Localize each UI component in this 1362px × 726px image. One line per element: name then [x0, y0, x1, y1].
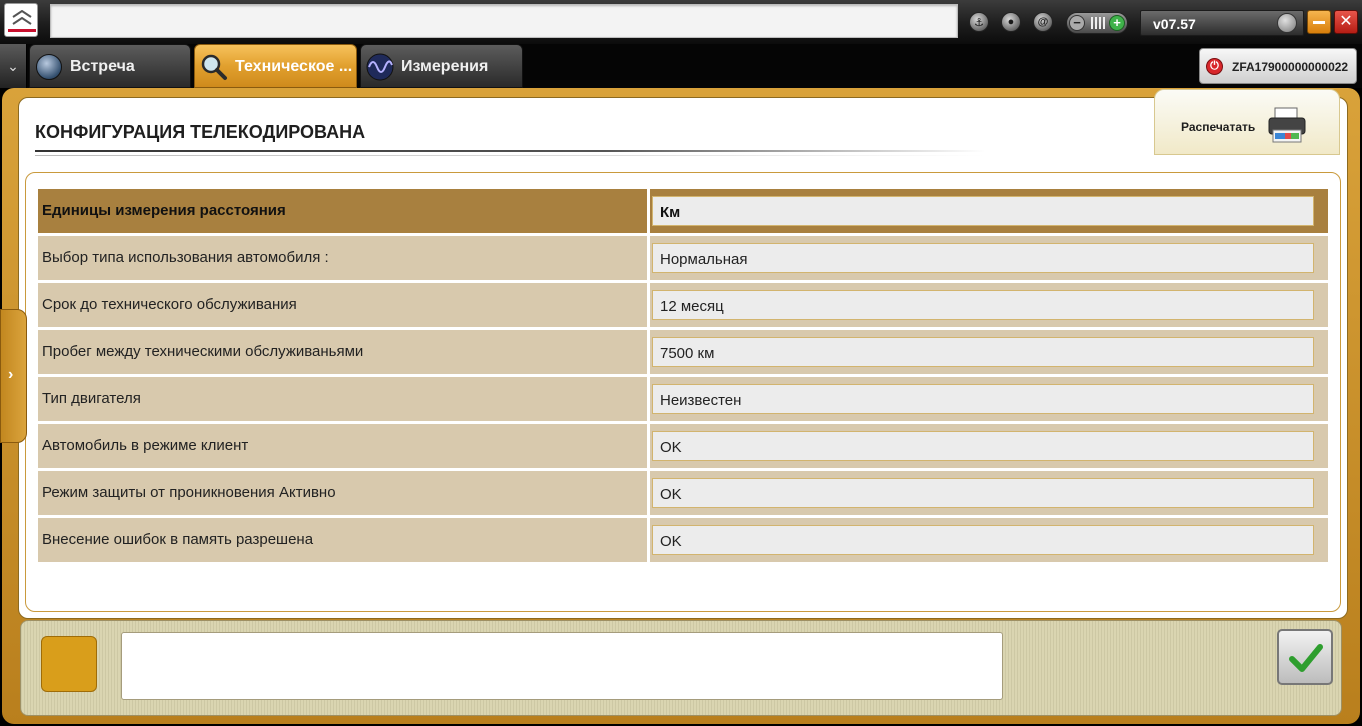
anchor-icon[interactable]: ⚓: [969, 12, 989, 32]
table-row: Автомобиль в режиме клиент OK: [38, 424, 1328, 468]
table-row: Внесение ошибок в память разрешена OK: [38, 518, 1328, 562]
volume-level-icon: [1091, 17, 1105, 29]
close-button[interactable]: ✕: [1334, 10, 1358, 34]
vehicle-id-button[interactable]: ⏻ ZFA17900000000022: [1199, 48, 1357, 84]
minus-icon[interactable]: −: [1069, 15, 1085, 31]
row-key: Внесение ошибок в память разрешена: [42, 531, 314, 548]
tab-meeting[interactable]: Встреча: [29, 44, 191, 88]
config-table: Единицы измерения расстояния Км Выбор ти…: [25, 172, 1341, 612]
print-button[interactable]: Распечатать: [1154, 89, 1340, 155]
user-icon[interactable]: ●: [1001, 12, 1021, 32]
row-value-field: 12 месяц: [652, 290, 1314, 320]
chevron-right-icon: ›: [8, 366, 14, 383]
waveform-icon: [366, 53, 394, 81]
row-value-field: Км: [652, 196, 1314, 226]
tab-label: Техническое ...: [235, 58, 353, 75]
status-bar: [20, 620, 1342, 716]
row-key: Автомобиль в режиме клиент: [42, 437, 249, 454]
volume-control[interactable]: − +: [1066, 12, 1128, 34]
tab-measurements[interactable]: Измерения: [360, 44, 523, 88]
side-panel-toggle[interactable]: ›: [0, 309, 27, 443]
tab-label: Измерения: [401, 58, 489, 75]
vin-label: ZFA17900000000022: [1232, 60, 1349, 74]
row-value: Нормальная: [660, 251, 748, 268]
address-field[interactable]: [50, 4, 958, 38]
table-row: Пробег между техническими обслуживаньями…: [38, 330, 1328, 374]
tab-bar: ⌄ Встреча Техническое ... Измерения ⏻ ZF…: [0, 44, 1362, 88]
row-key: Единицы измерения расстояния: [42, 202, 286, 219]
title-divider: [35, 150, 985, 152]
row-value: Км: [660, 204, 681, 221]
version-label: v07.57: [1153, 16, 1196, 32]
table-header-row: Единицы измерения расстояния Км: [38, 189, 1328, 233]
version-display[interactable]: v07.57: [1140, 10, 1304, 36]
content-panel: КОНФИГУРАЦИЯ ТЕЛЕКОДИРОВАНА Распечатать …: [18, 89, 1348, 619]
table-row: Срок до технического обслуживания 12 мес…: [38, 283, 1328, 327]
row-key: Тип двигателя: [42, 390, 141, 407]
tab-maintenance[interactable]: Техническое ...: [194, 44, 357, 88]
citroen-logo: [4, 3, 38, 37]
row-key: Режим защиты от проникновения Активно: [42, 484, 336, 501]
row-value-field: Неизвестен: [652, 384, 1314, 414]
title-divider: [35, 155, 985, 156]
title-bar: ⚓ ● @ − + v07.57 ✕: [0, 0, 1362, 44]
checkmark-icon: [1289, 644, 1323, 672]
chevron-down-icon[interactable]: ⌄: [0, 44, 27, 88]
chevron-logo-icon: [12, 17, 32, 25]
page-title: КОНФИГУРАЦИЯ ТЕЛЕКОДИРОВАНА: [35, 122, 366, 142]
message-box: [121, 632, 1003, 700]
row-value-field: 7500 км: [652, 337, 1314, 367]
printer-icon: [1268, 107, 1306, 143]
power-icon: ⏻: [1206, 58, 1223, 75]
row-key: Пробег между техническими обслуживаньями: [42, 343, 364, 360]
status-indicator: [41, 636, 97, 692]
row-value: 12 месяц: [660, 298, 724, 315]
row-value-field: OK: [652, 431, 1314, 461]
row-value: OK: [660, 486, 682, 503]
table-row: Выбор типа использования автомобиля : Но…: [38, 236, 1328, 280]
knob-icon[interactable]: [1277, 13, 1297, 33]
magnifier-icon: [201, 54, 227, 80]
row-value: Неизвестен: [660, 392, 742, 409]
tab-label: Встреча: [70, 58, 135, 75]
at-sign-icon[interactable]: @: [1033, 12, 1053, 32]
row-value: OK: [660, 533, 682, 550]
confirm-button[interactable]: [1277, 629, 1333, 685]
main-frame: КОНФИГУРАЦИЯ ТЕЛЕКОДИРОВАНА Распечатать …: [2, 88, 1360, 724]
logo-wordmark: [8, 29, 36, 32]
plus-icon[interactable]: +: [1109, 15, 1125, 31]
row-key: Выбор типа использования автомобиля :: [42, 249, 329, 266]
row-value-field: OK: [652, 478, 1314, 508]
minimize-button[interactable]: [1307, 10, 1331, 34]
row-value-field: OK: [652, 525, 1314, 555]
row-key: Срок до технического обслуживания: [42, 296, 297, 313]
row-value: OK: [660, 439, 682, 456]
table-row: Тип двигателя Неизвестен: [38, 377, 1328, 421]
table-row: Режим защиты от проникновения Активно OK: [38, 471, 1328, 515]
row-value-field: Нормальная: [652, 243, 1314, 273]
dashboard-icon: [36, 54, 62, 80]
print-label: Распечатать: [1181, 120, 1256, 134]
row-value: 7500 км: [660, 345, 715, 362]
